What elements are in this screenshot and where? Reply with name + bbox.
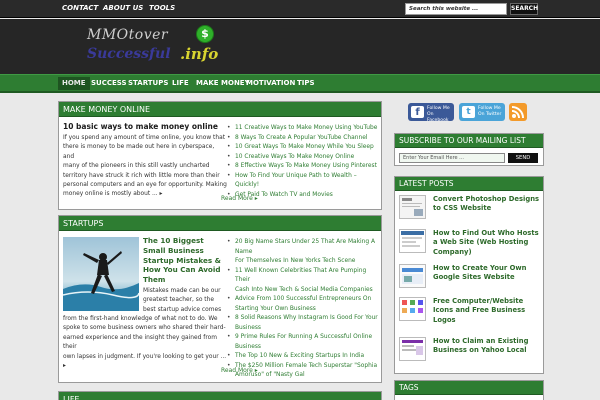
nav-tips[interactable]: TIPS [297, 79, 315, 87]
latest-post-item[interactable]: How to Find Out Who Hosts a Web Site (We… [399, 229, 541, 262]
about-us-link[interactable]: ABOUT US [103, 4, 143, 12]
post-thumbnail [399, 337, 426, 361]
list-item[interactable]: 11 Well Known Celebrities That Are Pumpi… [227, 267, 381, 286]
list-item[interactable]: How To Find Your Unique Path to Wealth –… [227, 172, 381, 191]
list-item[interactable]: 10 Great Ways To Make Money While You Sl… [227, 143, 381, 153]
top-bar: CONTACT ABOUT US TOOLS Search this websi… [0, 0, 600, 18]
section-heading: MAKE MONEY ONLINE [59, 102, 381, 117]
nav-make-money[interactable]: MAKE MONEY [196, 79, 250, 87]
latest-post-item[interactable]: How to Create Your Own Google Sites Webs… [399, 264, 541, 297]
list-item[interactable]: Advice From 100 Successful Entrepreneurs… [227, 295, 381, 305]
widget-heading: SUBSCRIBE TO OUR MAILING LIST [395, 134, 543, 148]
logo-line-3: .info [180, 45, 219, 63]
list-item[interactable]: The Top 10 New & Exciting Startups In In… [227, 352, 381, 362]
tools-link[interactable]: TOOLS [149, 4, 175, 12]
send-button[interactable]: SEND [508, 153, 538, 163]
email-input[interactable]: Enter Your Email Here ... [399, 153, 505, 163]
life-section: LIFE [58, 391, 382, 400]
widget-heading: TAGS [395, 381, 543, 395]
nav-home[interactable]: HOME [58, 77, 90, 90]
facebook-follow-button[interactable]: f Follow Me On Facebook [408, 103, 454, 123]
featured-post-title[interactable]: 10 basic ways to make money online [63, 122, 218, 131]
section-heading: STARTUPS [59, 216, 381, 231]
post-thumbnail [399, 297, 426, 321]
contact-link[interactable]: CONTACT [62, 4, 98, 12]
tags-widget: TAGS [394, 380, 544, 400]
search-input[interactable]: Search this website ... [405, 3, 507, 15]
latest-posts-widget: LATEST POSTS Convert Photoshop Designs t… [394, 176, 544, 374]
list-item[interactable]: 11 Creative Ways to Make Money Using You… [227, 124, 381, 134]
logo-line-2: Successful [87, 46, 171, 62]
twitter-icon: t [462, 106, 475, 118]
post-link-list: 20 Big Name Stars Under 25 That Are Maki… [227, 238, 381, 381]
list-item[interactable]: 8 Effective Ways To Make Money Using Pin… [227, 162, 381, 172]
widget-heading: LATEST POSTS [395, 177, 543, 191]
make-money-section: MAKE MONEY ONLINE 10 basic ways to make … [58, 101, 382, 210]
latest-post-item[interactable]: How to Claim an Existing Business on Yah… [399, 337, 541, 370]
list-item[interactable]: 9 Prime Rules For Running A Successful O… [227, 333, 381, 343]
read-more-link[interactable]: Read More ▸ [221, 367, 258, 374]
post-link-list: 11 Creative Ways to Make Money Using You… [227, 124, 381, 200]
list-item-continued[interactable]: Starting Your Own Business [227, 305, 381, 315]
featured-post-title[interactable]: The 10 Biggest Small Business Startup Mi… [143, 236, 229, 285]
nav-life[interactable]: LIFE [172, 79, 189, 87]
list-item-continued[interactable]: Business [227, 343, 381, 353]
featured-image[interactable] [63, 237, 139, 311]
section-heading: LIFE [59, 392, 381, 400]
logo-line-1: MMOtover [87, 27, 169, 43]
post-thumbnail [399, 229, 426, 253]
list-item-continued[interactable]: For Themselves In New Yorks Tech Scene [227, 257, 381, 267]
latest-post-item[interactable]: Free Computer/Website Icons and Free Bus… [399, 297, 541, 330]
featured-excerpt: If you spend any amount of time online, … [63, 135, 227, 198]
list-item[interactable]: 20 Big Name Stars Under 25 That Are Maki… [227, 238, 381, 257]
read-more-link[interactable]: Read More ▸ [221, 195, 258, 202]
subscribe-widget: SUBSCRIBE TO OUR MAILING LIST Enter Your… [394, 133, 544, 166]
dollar-icon: $ [196, 25, 214, 43]
post-thumbnail [399, 264, 426, 288]
list-item-continued[interactable]: Business [227, 324, 381, 334]
nav-startups[interactable]: STARTUPS [128, 79, 168, 87]
list-item[interactable]: 10 Creative Ways To Make Money Online [227, 153, 381, 163]
featured-excerpt-part-1: Mistakes made can be our greatest teache… [143, 288, 222, 313]
search-button[interactable]: SEARCH [510, 3, 538, 15]
list-item[interactable]: 8 Ways To Create A Popular YouTube Chann… [227, 134, 381, 144]
list-item-continued[interactable]: Cash Into New Tech & Social Media Compan… [227, 286, 381, 296]
featured-excerpt-part-2: from the first-hand knowledge of what no… [63, 316, 227, 370]
nav-motivation[interactable]: MOTIVATION [246, 79, 295, 87]
site-logo[interactable]: MMOtover Successful .info $ [87, 23, 227, 69]
latest-post-item[interactable]: Convert Photoshop Designs to CSS Website [399, 195, 541, 228]
list-item[interactable]: 8 Solid Reasons Why Instagram Is Good Fo… [227, 314, 381, 324]
site-header: MMOtover Successful .info $ [0, 19, 600, 74]
main-nav: HOME SUCCESS STARTUPS LIFE MAKE MONEY MO… [0, 74, 600, 93]
rss-icon[interactable] [509, 103, 527, 121]
post-thumbnail [399, 195, 426, 219]
nav-success[interactable]: SUCCESS [91, 79, 127, 87]
facebook-icon: f [411, 106, 424, 118]
twitter-follow-button[interactable]: t Follow Me On Twitter [459, 103, 505, 121]
startups-section: STARTUPS The 10 Biggest Small Business S… [58, 215, 382, 383]
